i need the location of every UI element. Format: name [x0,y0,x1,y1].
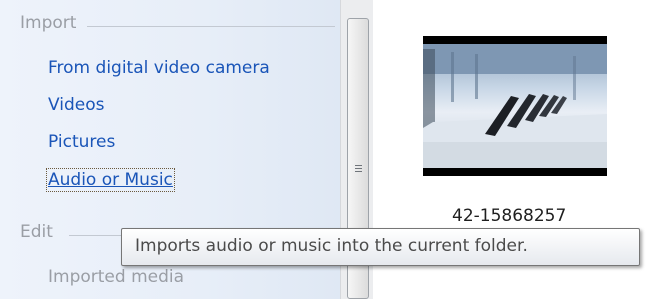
task-audio-or-music[interactable]: Audio or Music [46,168,175,192]
task-imported-media[interactable]: Imported media [48,267,184,287]
import-section-header: Import [20,13,77,33]
tooltip: Imports audio or music into the current … [121,228,640,266]
edit-section-header: Edit [20,222,53,242]
task-videos[interactable]: Videos [48,95,105,115]
clip-label: 42-15868257 [452,206,567,226]
task-pictures[interactable]: Pictures [48,132,115,152]
grip-icon [355,165,362,174]
conference-room-image [423,44,607,168]
import-section-divider [87,26,335,27]
clip-thumbnail[interactable] [423,36,607,176]
edit-section-divider [69,235,129,236]
task-from-digital-video-camera[interactable]: From digital video camera [48,58,270,78]
